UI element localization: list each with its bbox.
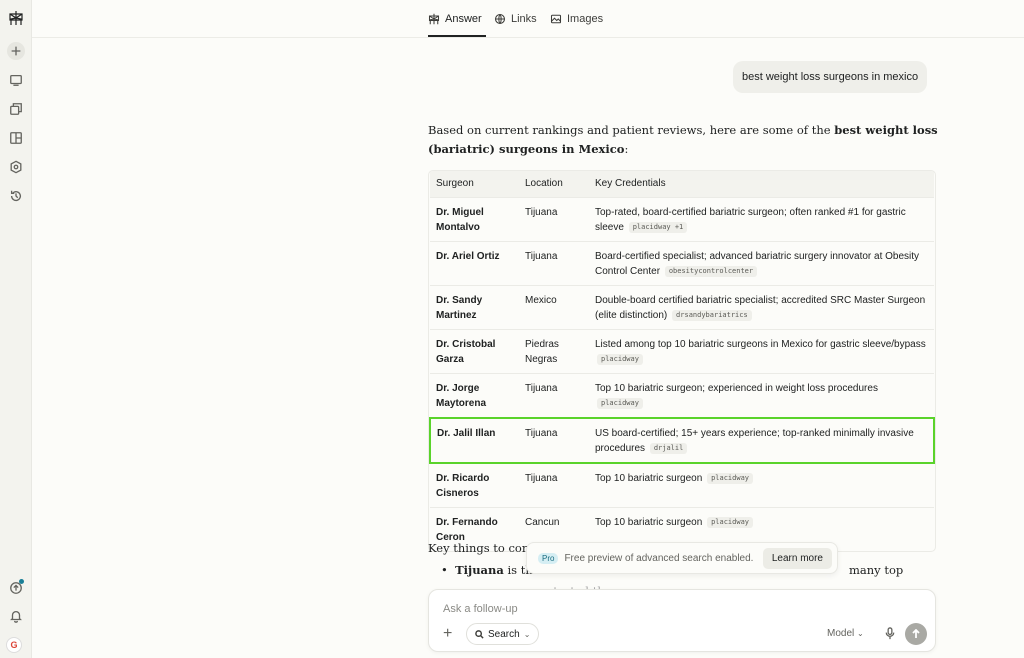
surgeon-credentials: Double-board certified bariatric special… — [589, 285, 934, 330]
table-row: Dr. Jorge Maytorena Tijuana Top 10 baria… — [430, 373, 934, 418]
citation-chip[interactable]: obesitycontrolcenter — [664, 265, 758, 277]
citation-chip[interactable]: placidway — [597, 353, 643, 365]
pro-badge: Pro — [538, 552, 559, 564]
microphone-icon[interactable] — [884, 627, 896, 641]
surgeon-name: Dr. Miguel Montalvo — [430, 197, 519, 242]
credentials-text: Top 10 bariatric surgeon — [595, 516, 703, 528]
image-icon — [550, 14, 562, 24]
bullet-bold: Tijuana — [455, 563, 504, 577]
tab-images[interactable]: Images — [550, 11, 603, 27]
table-row: Dr. Cristobal Garza Piedras Negras Liste… — [430, 329, 934, 374]
surgeon-location: Piedras Negras — [519, 329, 589, 374]
column-header-credentials: Key Credentials — [589, 171, 934, 198]
tab-answer-label: Answer — [445, 13, 482, 25]
download-app-icon[interactable] — [4, 576, 28, 600]
arrow-up-icon — [912, 629, 920, 638]
citation-chip[interactable]: placidway — [707, 516, 754, 528]
attach-plus-icon[interactable]: + — [443, 626, 452, 642]
follow-up-input[interactable]: Ask a follow-up — [443, 603, 518, 615]
search-icon — [475, 629, 484, 639]
search-mode-label: Search — [488, 628, 520, 640]
globe-icon — [494, 13, 506, 25]
discover-icon[interactable] — [4, 126, 28, 150]
table-row: Dr. Ricardo Cisneros Tijuana Top 10 bari… — [430, 462, 934, 508]
surgeon-location: Tijuana — [519, 373, 589, 418]
credentials-text: US board-certified; 15+ years experience… — [595, 427, 914, 454]
citation-chip[interactable]: placidway +1 — [628, 221, 688, 233]
surgeon-location: Tijuana — [519, 241, 589, 286]
notifications-icon[interactable] — [4, 604, 28, 628]
perplexity-logo-icon — [428, 13, 440, 25]
credentials-text: Listed among top 10 bariatric surgeons i… — [595, 338, 926, 350]
bullet-text-end: many top — [849, 563, 904, 577]
surgeon-credentials: Listed among top 10 bariatric surgeons i… — [589, 329, 934, 374]
toast-message: Free preview of advanced search enabled. — [564, 552, 754, 564]
surgeon-credentials: Top 10 bariatric surgeon placidway — [589, 462, 934, 508]
perplexity-logo-icon[interactable] — [4, 6, 28, 30]
tab-links-label: Links — [511, 13, 537, 25]
surgeon-name: Dr. Sandy Martinez — [430, 285, 519, 330]
surgeon-credentials: US board-certified; 15+ years experience… — [589, 416, 935, 464]
chevron-down-icon: ⌄ — [857, 629, 864, 638]
history-icon[interactable] — [4, 184, 28, 208]
table-row: Dr. Miguel Montalvo Tijuana Top-rated, b… — [430, 197, 934, 242]
spaces-icon[interactable] — [4, 97, 28, 121]
surgeon-credentials: Top 10 bariatric surgeon; experienced in… — [589, 373, 934, 418]
learn-more-button[interactable]: Learn more — [762, 547, 832, 569]
key-things-heading: Key things to cons — [428, 541, 536, 555]
sidebar: G — [0, 0, 32, 658]
surgeon-name: Dr. Jorge Maytorena — [430, 373, 519, 418]
surgeon-name: Dr. Ariel Ortiz — [430, 241, 519, 286]
chevron-down-icon: ⌄ — [523, 629, 531, 639]
new-thread-icon[interactable] — [7, 42, 25, 60]
surgeon-credentials: Board-certified specialist; advanced bar… — [589, 241, 934, 286]
submit-button[interactable] — [905, 623, 927, 645]
surgeons-table: Surgeon Location Key Credentials Dr. Mig… — [428, 170, 936, 552]
tab-links[interactable]: Links — [494, 11, 537, 27]
bullet-item: • Tijuana is the — [441, 563, 540, 577]
column-header-location: Location — [519, 171, 589, 198]
surgeon-credentials: Top-rated, board-certified bariatric sur… — [589, 197, 934, 242]
credentials-text: Top 10 bariatric surgeon — [595, 472, 703, 484]
table-header-row: Surgeon Location Key Credentials — [430, 171, 934, 198]
surgeon-location: Tijuana — [519, 197, 589, 242]
credentials-text: Board-certified specialist; advanced bar… — [595, 250, 920, 277]
model-selector[interactable]: Model ⌄ — [827, 628, 864, 639]
surgeon-name: Dr. Jalil Illan — [429, 416, 519, 464]
account-avatar-icon[interactable]: G — [6, 637, 22, 653]
search-mode-button[interactable]: Search ⌄ — [466, 623, 540, 645]
tab-images-label: Images — [567, 13, 604, 25]
intro-text: Based on current rankings and patient re… — [428, 123, 835, 137]
credentials-text: Double-board certified bariatric special… — [595, 294, 926, 321]
table-row: Dr. Ariel Ortiz Tijuana Board-certified … — [430, 241, 934, 286]
column-header-surgeon: Surgeon — [430, 171, 519, 198]
follow-up-composer: Ask a follow-up + Search ⌄ Model ⌄ — [428, 589, 936, 652]
model-label: Model — [827, 628, 855, 639]
surgeon-location: Mexico — [519, 285, 589, 330]
library-icon[interactable] — [4, 155, 28, 179]
credentials-text: Top 10 bariatric surgeon; experienced in… — [595, 382, 878, 394]
citation-chip[interactable]: placidway — [597, 397, 643, 409]
surgeon-name: Dr. Ricardo Cisneros — [430, 462, 519, 508]
notification-dot — [19, 579, 24, 584]
pro-preview-toast: Pro Free preview of advanced search enab… — [526, 542, 838, 574]
citation-chip[interactable]: drjalil — [649, 442, 688, 454]
active-tab-indicator — [428, 35, 486, 37]
citation-chip[interactable]: placidway — [707, 472, 754, 484]
surgeon-location: Tijuana — [519, 462, 589, 508]
surgeon-location: Tijuana — [519, 416, 589, 464]
table-row-highlighted: Dr. Jalil Illan Tijuana US board-certifi… — [429, 416, 935, 464]
table-row: Dr. Sandy Martinez Mexico Double-board c… — [430, 285, 934, 330]
surgeon-name: Dr. Cristobal Garza — [430, 329, 519, 374]
intro-colon: : — [624, 142, 629, 156]
user-query-bubble: best weight loss surgeons in mexico — [733, 61, 928, 93]
citation-chip[interactable]: drsandybariatrics — [672, 309, 752, 321]
tab-answer[interactable]: Answer — [428, 11, 482, 27]
home-icon[interactable] — [4, 68, 28, 92]
answer-intro: Based on current rankings and patient re… — [428, 121, 940, 159]
